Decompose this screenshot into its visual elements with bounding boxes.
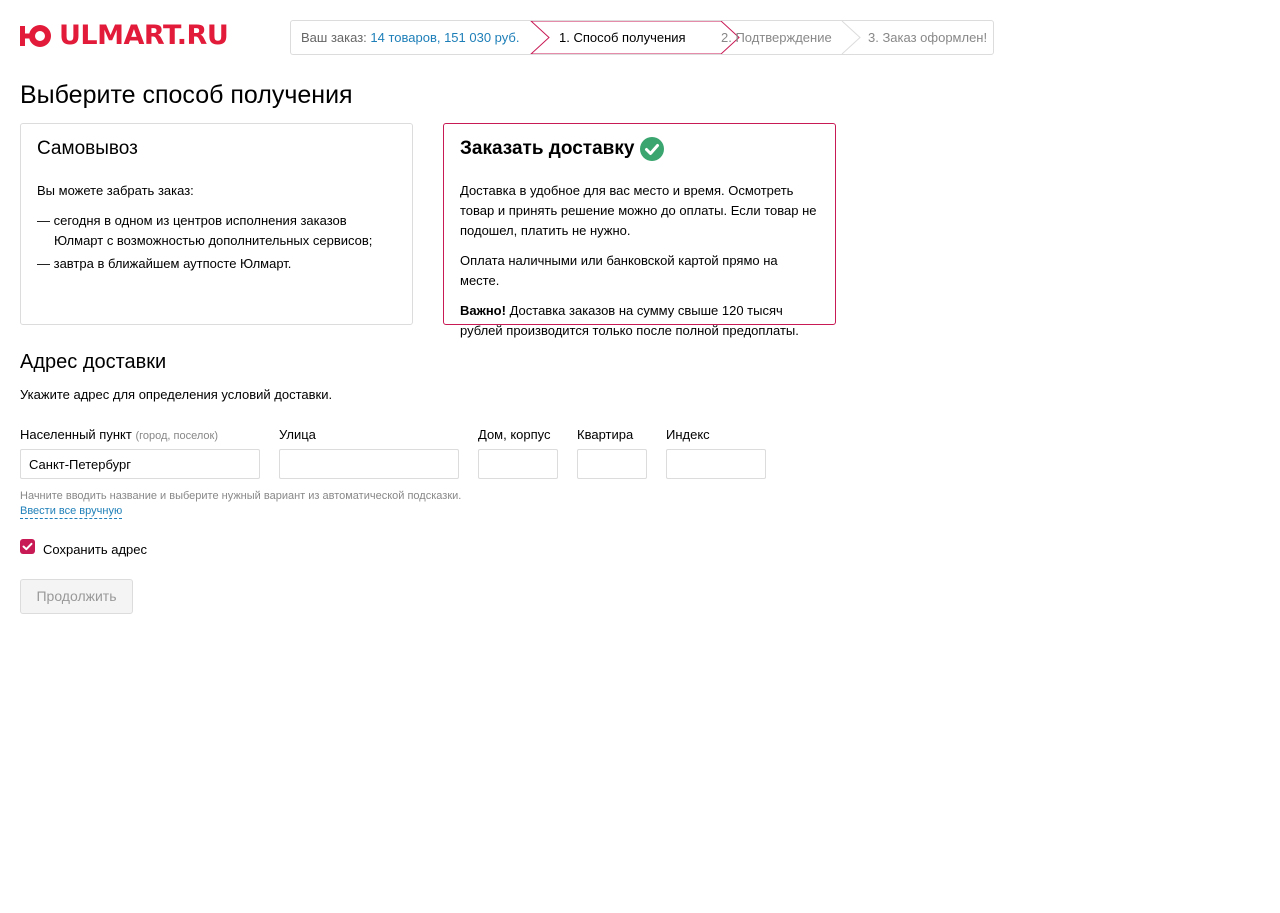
pickup-body: Вы можете забрать заказ: — сегодня в одн… [37,181,396,274]
pickup-line-1a: — сегодня в одном из центров исполнения … [37,213,347,228]
delivery-para-3: Важно! Доставка заказов на сумму свыше 1… [460,301,819,341]
delivery-para-3-text: Доставка заказов на сумму свыше 120 тыся… [460,303,799,338]
index-label: Индекс [666,427,710,442]
step-order-placed: 3. Заказ оформлен! [868,30,988,45]
continue-button[interactable]: Продолжить [20,579,133,614]
delivery-title: Заказать доставку [460,137,665,161]
checkmark-icon [22,542,33,551]
checkout-steps: Ваш заказ: 14 товаров, 151 030 руб. 1. С… [290,20,994,55]
order-summary: Ваш заказ: 14 товаров, 151 030 руб. [291,21,531,54]
logo[interactable]: ULMART.RU [20,20,229,51]
step-delivery-method: 1. Способ получения [559,30,686,45]
apartment-input[interactable] [577,449,647,479]
street-label: Улица [279,427,316,442]
delivery-para-2: Оплата наличными или банковской картой п… [460,253,778,288]
delivery-body: Доставка в удобное для вас место и время… [460,181,819,351]
city-label-text: Населенный пункт [20,427,132,442]
address-section-description: Укажите адрес для определения условий до… [20,387,333,402]
delivery-para-1: Доставка в удобное для вас место и время… [460,183,817,238]
pickup-line-2: — завтра в ближайшем аутпосте Юлмарт. [37,256,292,271]
ulmart-logo-icon [20,23,52,49]
pickup-line-1b: Юлмарт с возможностью дополнительных сер… [54,233,373,248]
city-input[interactable] [20,449,260,479]
important-label: Важно! [460,303,506,318]
city-label-hint: (город, поселок) [135,430,218,442]
check-circle-icon [640,137,665,161]
manual-entry-link[interactable]: Ввести все вручную [20,504,123,519]
pickup-line-1: — сегодня в одном из центров исполнения … [37,211,396,251]
order-summary-link[interactable]: 14 товаров, 151 030 руб. [370,30,519,45]
apartment-label: Квартира [577,427,634,442]
delivery-option-card[interactable]: Заказать доставку Доставка в удобное для… [443,123,836,338]
delivery-title-text: Заказать доставку [460,138,635,159]
street-input[interactable] [279,449,459,479]
address-help-text: Начните вводить название и выберите нужн… [20,490,462,502]
save-address-label[interactable]: Сохранить адрес [43,541,147,558]
logo-text: ULMART.RU [59,20,229,51]
house-label: Дом, корпус [478,427,551,442]
pickup-intro: Вы можете забрать заказ: [37,183,194,198]
header: ULMART.RU Ваш заказ: 14 товаров, 151 030… [20,20,994,55]
pickup-title: Самовывоз [37,137,138,161]
address-section-title: Адрес доставки [20,351,167,373]
pickup-option-card[interactable]: Самовывоз Вы можете забрать заказ: — сег… [20,123,413,325]
page-title: Выберите способ получения [20,81,353,109]
save-address-checkbox[interactable] [20,539,35,554]
house-input[interactable] [478,449,558,479]
step-confirmation: 2. Подтверждение [721,30,832,45]
index-input[interactable] [666,449,766,479]
order-summary-label: Ваш заказ: [301,30,367,45]
city-label: Населенный пункт (город, поселок) [20,426,218,445]
pickup-title-text: Самовывоз [37,138,138,159]
